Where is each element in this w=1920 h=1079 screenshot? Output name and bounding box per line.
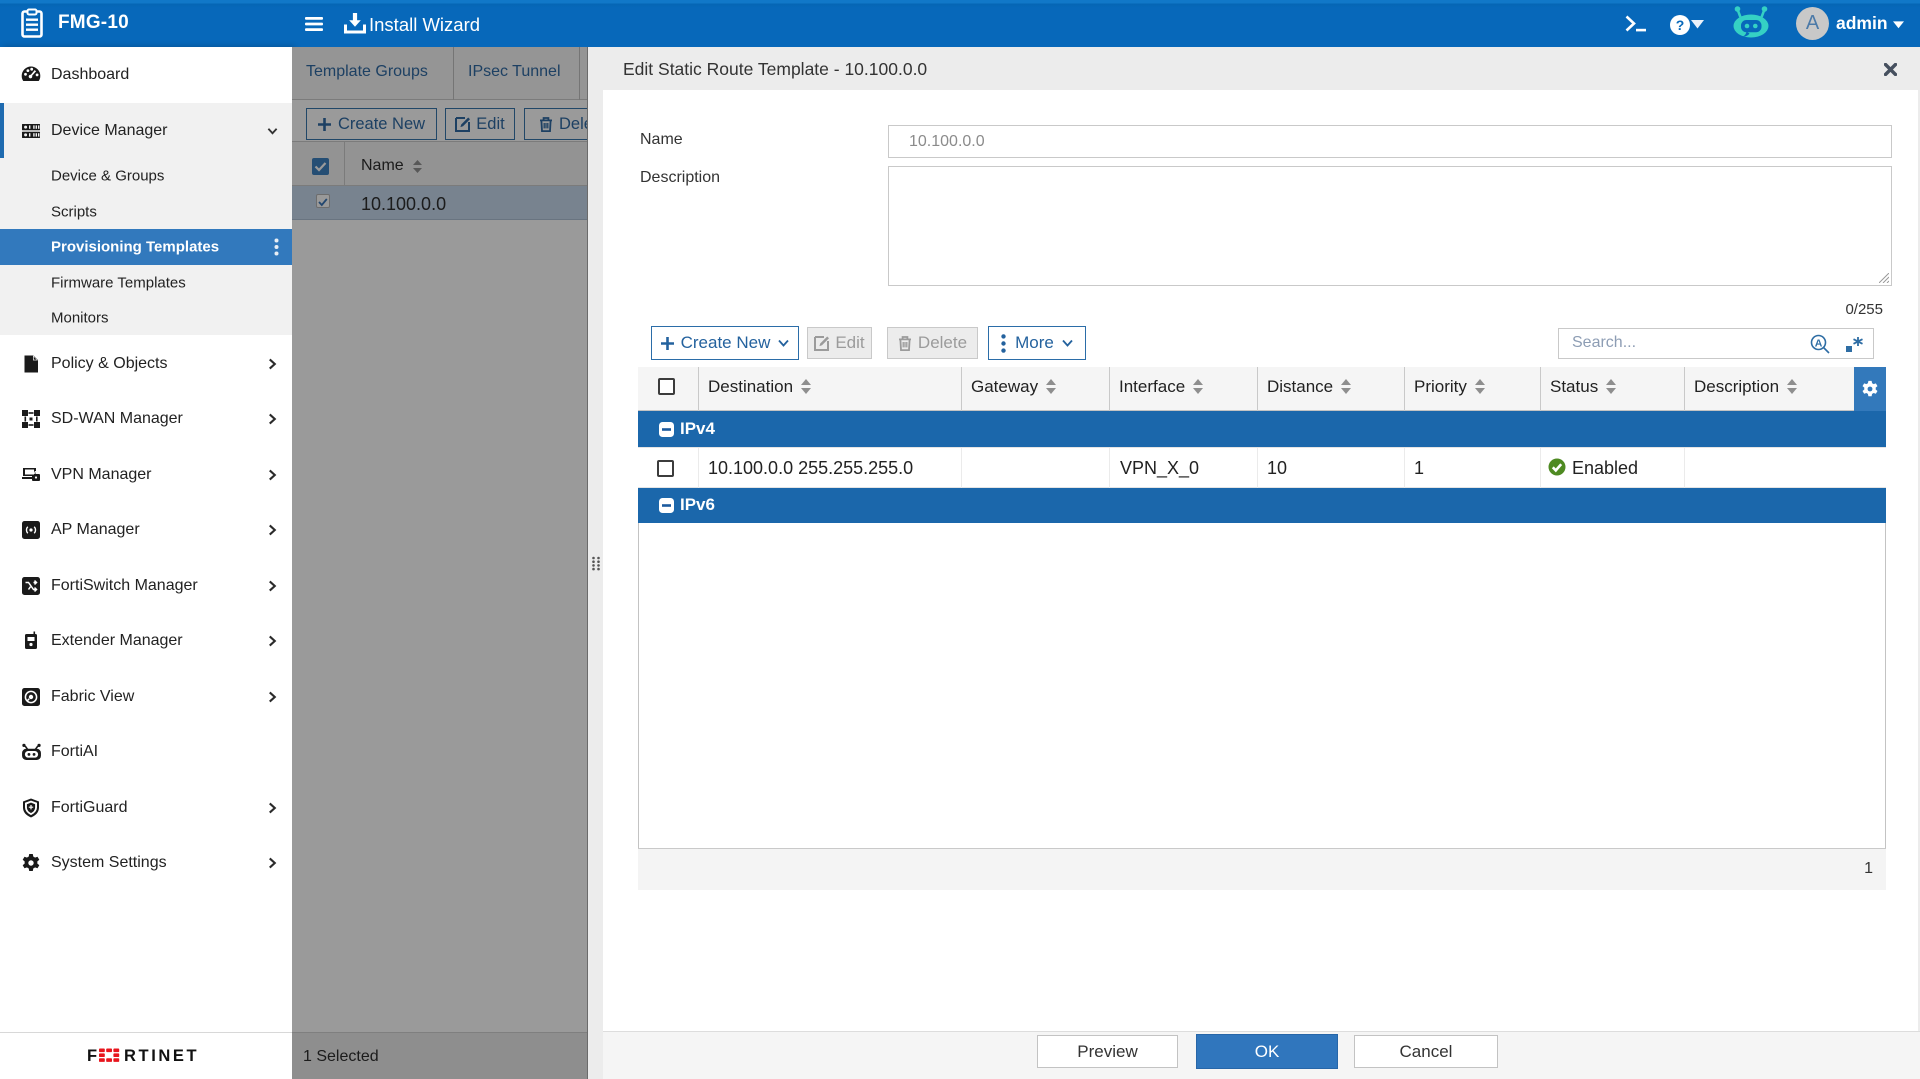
svg-text:?: ? bbox=[1676, 17, 1685, 33]
svg-text:RTINET: RTINET bbox=[124, 1047, 199, 1063]
svg-text:A: A bbox=[1815, 338, 1823, 350]
svg-text:F: F bbox=[88, 1047, 97, 1063]
